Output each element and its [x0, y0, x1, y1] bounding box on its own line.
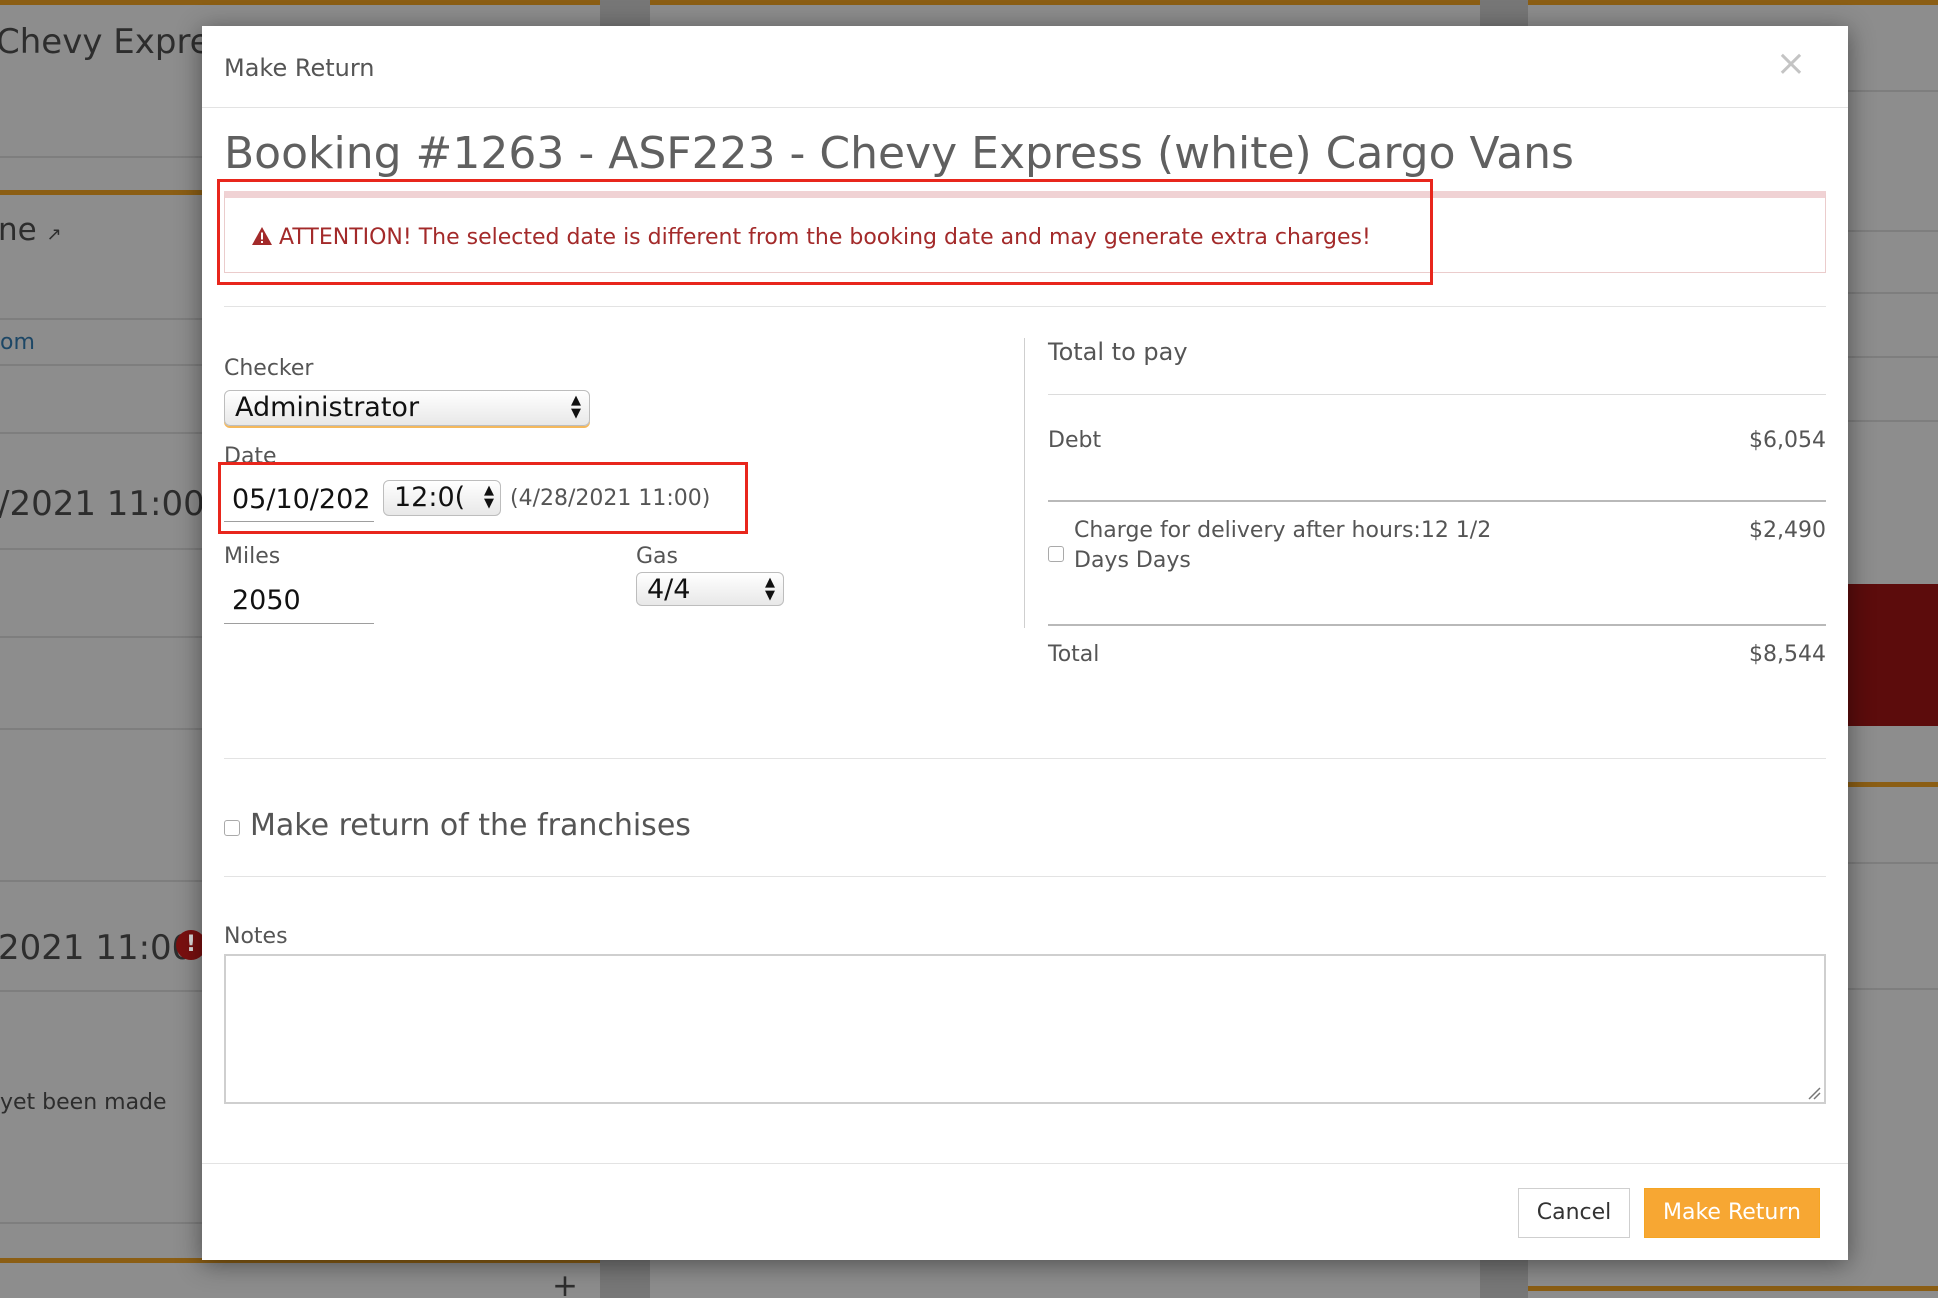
- bg-divider: [1848, 292, 1938, 294]
- gas-selected-value: 4/4: [647, 574, 691, 605]
- external-link-icon: ↗: [46, 224, 62, 245]
- checker-label: Checker: [224, 356, 314, 381]
- bg-add-icon[interactable]: +: [552, 1268, 578, 1298]
- bg-divider: [0, 364, 202, 366]
- make-return-modal: Make Return × Booking #1263 - ASF223 - C…: [202, 26, 1848, 1260]
- bg-end-date: 2021 11:00: [0, 928, 194, 968]
- footer-divider: [202, 1163, 1848, 1164]
- select-arrows-icon: ▲ ▼: [765, 575, 775, 603]
- charge-label-line1: Charge for delivery after hours:12 1/2: [1074, 518, 1492, 543]
- debt-value: $6,054: [1749, 428, 1826, 453]
- bg-divider: [0, 728, 202, 730]
- bg-divider: [0, 990, 202, 992]
- bg-accent-bar: [0, 0, 600, 5]
- booking-title: Booking #1263 - ASF223 - Chevy Express (…: [224, 128, 1574, 179]
- miles-input[interactable]: [224, 578, 374, 624]
- after-hours-charge-label: Charge for delivery after hours:12 1/2 D…: [1074, 516, 1491, 576]
- bg-email-link[interactable]: om: [0, 330, 35, 355]
- bg-customer-name-text: ne: [0, 212, 37, 248]
- checker-select[interactable]: Administrator ▲ ▼: [224, 390, 590, 426]
- notes-textarea[interactable]: [224, 954, 1826, 1104]
- bg-divider: [0, 318, 202, 320]
- charge-label-line2: Days Days: [1074, 548, 1191, 573]
- bg-divider: [0, 636, 202, 638]
- column-divider: [1024, 338, 1025, 628]
- bg-divider: [0, 156, 202, 158]
- select-arrows-icon: ▲ ▼: [571, 393, 581, 421]
- franchise-return-label: Make return of the franchises: [250, 808, 691, 843]
- summary-divider: [1048, 500, 1826, 502]
- franchise-return-checkbox[interactable]: [224, 820, 240, 836]
- divider: [224, 876, 1826, 877]
- bg-red-panel: [1840, 584, 1938, 726]
- bg-accent-bar: [1528, 0, 1938, 5]
- after-hours-charge-value: $2,490: [1749, 518, 1826, 543]
- divider: [224, 306, 1826, 307]
- notes-label: Notes: [224, 924, 288, 949]
- modal-title: Make Return: [224, 54, 375, 82]
- bg-divider: [1848, 988, 1938, 990]
- modal-header: Make Return ×: [202, 26, 1848, 108]
- bg-divider: [1848, 862, 1938, 864]
- bg-divider: [0, 880, 202, 882]
- bg-divider: [0, 548, 202, 550]
- divider: [224, 758, 1826, 759]
- gas-label: Gas: [636, 544, 678, 569]
- total-label: Total: [1048, 642, 1100, 667]
- summary-divider: [1048, 394, 1826, 395]
- bg-accent-bar: [650, 0, 1480, 5]
- annotation-highlight-alert: [217, 179, 1433, 285]
- bg-status-text: yet been made: [0, 1090, 167, 1115]
- bg-divider: [1848, 230, 1938, 232]
- bg-accent-bar: [0, 190, 202, 195]
- bg-divider: [1848, 90, 1938, 92]
- summary-divider: [1048, 624, 1826, 626]
- bg-accent-bar: [1848, 782, 1938, 787]
- bg-divider: [1848, 356, 1938, 358]
- after-hours-charge-checkbox[interactable]: [1048, 546, 1064, 562]
- bg-start-date: /2021 11:00: [0, 484, 205, 524]
- make-return-button[interactable]: Make Return: [1644, 1188, 1820, 1238]
- total-to-pay-heading: Total to pay: [1048, 338, 1188, 366]
- checker-selected-value: Administrator: [235, 392, 420, 423]
- debt-label: Debt: [1048, 428, 1102, 453]
- bg-divider: [0, 1222, 202, 1224]
- bg-divider: [1848, 420, 1938, 422]
- gas-select[interactable]: 4/4 ▲ ▼: [636, 572, 784, 606]
- bg-customer-name[interactable]: ne ↗: [0, 212, 62, 248]
- bg-accent-bar: [1528, 1286, 1938, 1291]
- cancel-button[interactable]: Cancel: [1518, 1188, 1630, 1238]
- total-value: $8,544: [1749, 642, 1826, 667]
- close-icon[interactable]: ×: [1776, 46, 1806, 82]
- annotation-highlight-date: [218, 462, 748, 534]
- miles-label: Miles: [224, 544, 281, 569]
- bg-divider: [0, 432, 202, 434]
- resize-grip-icon[interactable]: [1807, 1086, 1821, 1100]
